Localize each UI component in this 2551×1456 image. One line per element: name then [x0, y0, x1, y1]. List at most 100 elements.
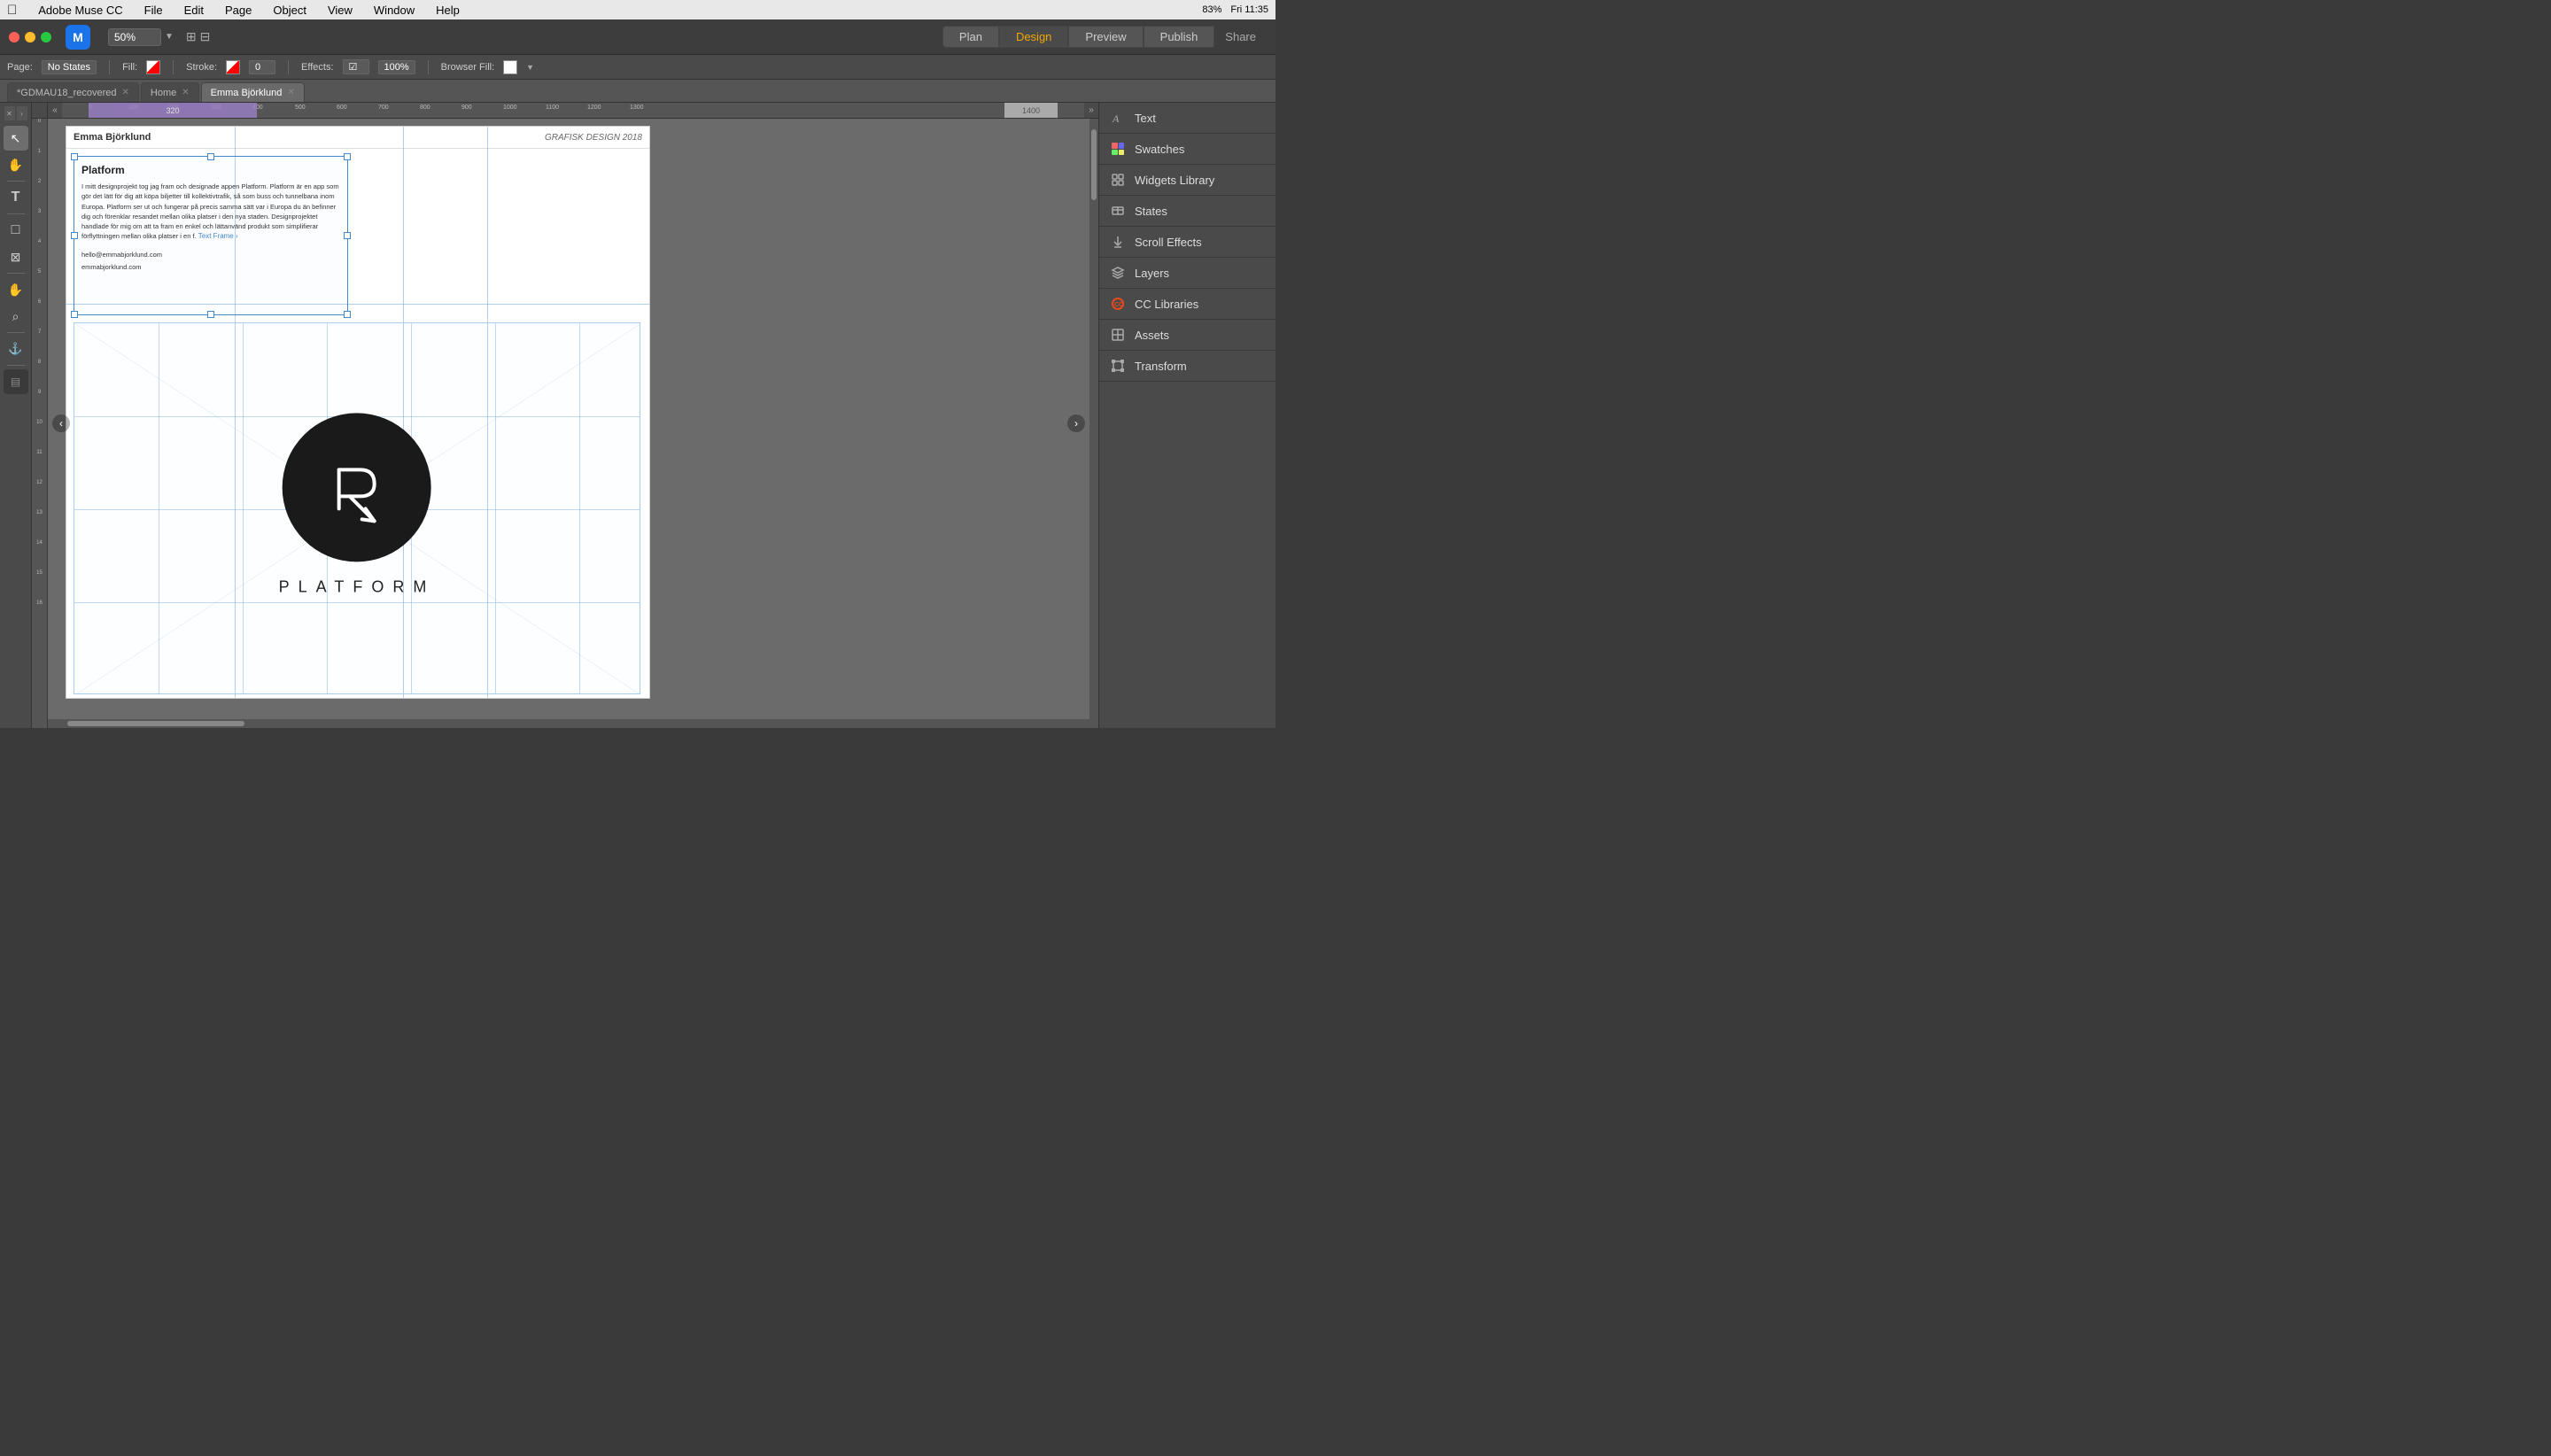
publish-button[interactable]: Publish — [1144, 26, 1215, 48]
ruler-n-600: 600 — [337, 105, 347, 111]
browser-fill-label: Browser Fill: — [441, 62, 495, 73]
platform-p-icon — [314, 445, 399, 530]
placeholder-tool[interactable]: ⊠ — [4, 244, 28, 269]
panel-item-scroll-effects[interactable]: Scroll Effects — [1099, 227, 1276, 258]
menu-window[interactable]: Window — [370, 4, 418, 17]
clock: Fri 11:35 — [1230, 4, 1268, 15]
collapse-left-arrow[interactable]: « — [48, 103, 62, 119]
plan-button[interactable]: Plan — [942, 26, 999, 48]
panel-item-layers[interactable]: Layers — [1099, 258, 1276, 289]
panel-label-layers: Layers — [1135, 267, 1169, 280]
menu-page[interactable]: Page — [221, 4, 255, 17]
share-button[interactable]: Share — [1214, 26, 1267, 48]
handle-ml[interactable] — [71, 232, 78, 239]
page-section-indicator: 320 — [89, 103, 257, 119]
select-tool[interactable]: ↖ — [4, 126, 28, 151]
tab-home[interactable]: Home ✕ — [141, 82, 199, 102]
handle-tl[interactable] — [71, 153, 78, 160]
panel-item-states[interactable]: States — [1099, 196, 1276, 227]
zoom-dropdown-icon[interactable]: ▼ — [165, 32, 174, 42]
logo-guide-v2 — [243, 323, 244, 693]
expand-right-btn[interactable]: › — [17, 106, 27, 120]
close-button[interactable] — [9, 32, 19, 43]
tool-separator-3 — [7, 273, 25, 274]
rectangle-tool[interactable]: □ — [4, 218, 28, 243]
fill-color[interactable] — [146, 60, 160, 74]
tab-close-gdmau[interactable]: ✕ — [122, 88, 129, 97]
maximize-button[interactable] — [41, 32, 51, 43]
text-content-box[interactable]: Platform I mitt designprojekt tog jag fr… — [74, 156, 348, 315]
menu-edit[interactable]: Edit — [181, 4, 207, 17]
effects-percent[interactable]: 100% — [378, 60, 415, 74]
effects-value[interactable]: ☑ — [343, 59, 369, 74]
page-value: No States — [42, 60, 97, 74]
zoom-input[interactable] — [108, 28, 161, 46]
handle-tm[interactable] — [207, 153, 214, 160]
tab-emma[interactable]: Emma Björklund ✕ — [201, 82, 305, 102]
scrollbar-thumb-v[interactable] — [1091, 129, 1097, 200]
panel-item-text[interactable]: A Text — [1099, 103, 1276, 134]
collapse-right-arrow[interactable]: » — [1084, 103, 1098, 119]
ruler-n-700: 700 — [378, 105, 389, 111]
menu-view[interactable]: View — [324, 4, 356, 17]
panel-item-swatches[interactable]: Swatches — [1099, 134, 1276, 165]
ruler-n-1000: 1000 — [503, 105, 517, 111]
ruler-corner — [32, 103, 48, 119]
collapse-left-btn[interactable]: ✕ — [4, 106, 15, 120]
battery-status: 83% — [1202, 4, 1221, 15]
tab-close-home[interactable]: ✕ — [182, 88, 189, 97]
tool-separator-4 — [7, 332, 25, 333]
menu-file[interactable]: File — [141, 4, 167, 17]
zoom-control[interactable]: ▼ — [108, 28, 174, 46]
text-tool[interactable]: T — [4, 185, 28, 210]
stroke-value[interactable]: 0 — [249, 60, 275, 74]
ruler-v-number-0: 0 — [32, 119, 47, 124]
pan-tool[interactable]: ✋ — [4, 152, 28, 177]
view-mode-buttons: Plan Design Preview Publish Share — [942, 26, 1267, 48]
contact-info: hello@emmabjorklund.com emmabjorklund.co… — [81, 249, 340, 273]
scrollbar-v[interactable] — [1089, 119, 1098, 728]
handle-bm[interactable] — [207, 311, 214, 318]
ruler-n-1100: 1100 — [546, 105, 559, 111]
handle-br[interactable] — [344, 311, 351, 318]
anchor-tool[interactable]: ⚓ — [4, 337, 28, 361]
handle-bl[interactable] — [71, 311, 78, 318]
textbox2-tool[interactable]: ▤ — [4, 369, 28, 394]
design-button[interactable]: Design — [999, 26, 1068, 48]
menu-adobemusec[interactable]: Adobe Muse CC — [35, 4, 126, 17]
menu-object[interactable]: Object — [269, 4, 310, 17]
separator-2 — [173, 60, 174, 74]
tab-close-emma[interactable]: ✕ — [287, 88, 294, 97]
separator-4 — [428, 60, 429, 74]
browser-fill-color[interactable] — [503, 60, 517, 74]
handle-mr[interactable] — [344, 232, 351, 239]
ruler-h-container: « 0 100 200 300 400 500 600 700 800 900 … — [32, 103, 1098, 119]
next-page-arrow[interactable]: › — [1067, 414, 1085, 432]
scrollbar-h[interactable] — [48, 719, 1089, 728]
panel-item-widgets[interactable]: Widgets Library — [1099, 165, 1276, 196]
platform-circle — [283, 413, 431, 561]
text-frame-link[interactable]: Text Frame › — [198, 232, 238, 240]
apple-menu[interactable]:  — [7, 3, 17, 18]
panel-item-transform[interactable]: Transform — [1099, 351, 1276, 382]
browser-fill-dropdown[interactable]: ▼ — [526, 63, 534, 72]
zoom-tool[interactable]: ⌕ — [4, 304, 28, 329]
prev-page-arrow[interactable]: ‹ — [52, 414, 70, 432]
menu-help[interactable]: Help — [432, 4, 463, 17]
effects-label: Effects: — [301, 62, 333, 73]
handle-tr[interactable] — [344, 153, 351, 160]
tab-gdmau[interactable]: *GDMAU18_recovered ✕ — [7, 82, 139, 102]
minimize-button[interactable] — [25, 32, 35, 43]
panel-label-scroll-effects: Scroll Effects — [1135, 236, 1202, 249]
stroke-color[interactable] — [226, 60, 240, 74]
ruler-v-number-1300: 13 — [32, 510, 47, 515]
preview-button[interactable]: Preview — [1068, 26, 1143, 48]
view-icon-1[interactable]: ⊞ — [186, 29, 197, 44]
scrollbar-thumb-h[interactable] — [67, 721, 244, 726]
ruler-n-500: 500 — [295, 105, 306, 111]
canvas-scroll-area[interactable]: ‹ Emma Björklund GRAFISK DESIGN 2018 — [48, 119, 1098, 728]
hand-tool[interactable]: ✋ — [4, 277, 28, 302]
panel-item-cc-libraries[interactable]: CC CC Libraries — [1099, 289, 1276, 320]
panel-item-assets[interactable]: Assets — [1099, 320, 1276, 351]
view-icon-2[interactable]: ⊟ — [200, 29, 211, 44]
